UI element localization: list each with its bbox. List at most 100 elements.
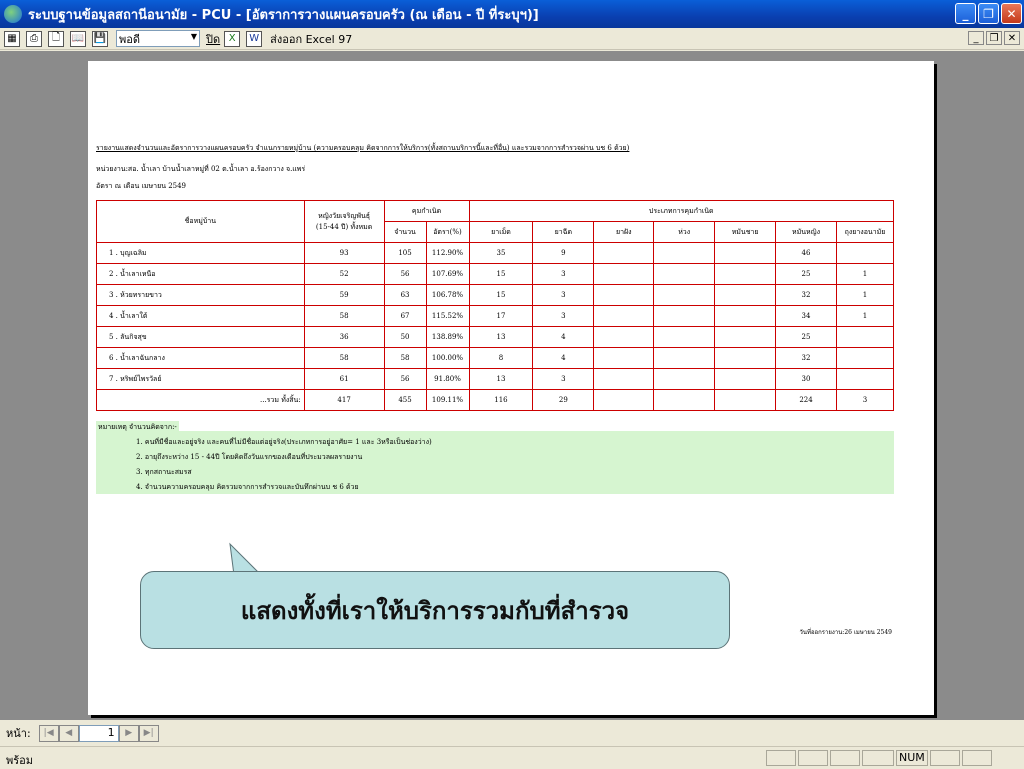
cell-rate: 115.52% (425, 305, 470, 327)
status-bar: พร้อม NUM (0, 746, 1024, 768)
cell-village: 4 . น้ำเลาใต้ (96, 305, 305, 327)
cell-method: 9 (532, 242, 595, 264)
cell-village: 7 . หริพย์ไพรวัลย์ (96, 368, 305, 390)
status-cell (766, 750, 796, 766)
cell-method (714, 326, 777, 348)
cell-method (835, 368, 895, 390)
cell-village: ...รวม ทั้งสิ้น: (96, 389, 305, 411)
cell-method (714, 284, 777, 306)
cell-method (593, 326, 655, 348)
cell-method (653, 242, 716, 264)
first-page-button[interactable]: |◀ (38, 724, 59, 742)
status-cell (798, 750, 828, 766)
cell-method (714, 305, 777, 327)
report-title: รายงานแสดงจำนวนและอัตราการวางแผนครอบครัว… (96, 144, 630, 152)
cell-method: 34 (775, 305, 837, 327)
note-line: 1. คนที่มีชื่อและอยู่จริง และคนที่ไม่มีช… (136, 438, 432, 446)
cell-method (714, 368, 777, 390)
cell-method: 4 (532, 347, 595, 369)
cell-method: 8 (468, 347, 534, 369)
cell-method (653, 389, 716, 411)
close-preview-button[interactable]: ปิด (206, 30, 220, 48)
cell-method (653, 347, 716, 369)
cell-rate: 100.00% (425, 347, 470, 369)
report-signature-date: วันที่ออกรายงาน:26 เมษายน 2549 (799, 629, 892, 636)
cell-method (653, 284, 716, 306)
excel-export-icon[interactable]: X (224, 30, 241, 47)
note-line: 2. อายุถึงระหว่าง 15 - 44ปี โดยคิดถึงวัน… (136, 453, 363, 461)
cell-method (593, 389, 655, 411)
cell-count: 56 (383, 368, 427, 390)
page-number-input[interactable]: 1 (78, 724, 119, 742)
cell-method (714, 263, 777, 285)
cell-method: 3 (532, 305, 595, 327)
export-excel-button[interactable]: ส่งออก Excel 97 (270, 30, 352, 48)
doc-restore-button[interactable]: ❐ (986, 31, 1002, 45)
cell-women: 58 (303, 347, 385, 369)
col-method-tubal: หมันหญิง (775, 221, 837, 243)
cell-method: 3 (532, 284, 595, 306)
cell-method (835, 242, 895, 264)
prev-page-button[interactable]: ◀ (58, 724, 79, 742)
cell-rate: 138.89% (425, 326, 470, 348)
window-title: ระบบฐานข้อมูลสถานีอนามัย - PCU - [อัตราก… (28, 7, 539, 23)
cell-count: 56 (383, 263, 427, 285)
app-globe-icon (4, 5, 22, 23)
cell-method: 15 (468, 284, 534, 306)
cell-village: 6 . น้ำเลาฉันกลาง (96, 347, 305, 369)
report-unit: หน่วยงาน:สอ. น้ำเลา บ้านน้ำเลาหมู่ที่ 02… (96, 165, 306, 173)
cell-method (593, 305, 655, 327)
next-page-button[interactable]: ▶ (118, 724, 139, 742)
cell-method (593, 263, 655, 285)
word-export-icon[interactable]: W (246, 30, 263, 47)
save-icon[interactable]: 💾 (92, 30, 108, 47)
cell-method (593, 284, 655, 306)
zoom-value: พอดี (119, 32, 141, 46)
col-method-iud: ห่วง (653, 221, 716, 243)
cell-method (593, 368, 655, 390)
cell-women: 61 (303, 368, 385, 390)
layout-icon[interactable]: ▦ (4, 30, 20, 47)
status-cell (930, 750, 960, 766)
print-icon[interactable]: ⎙ (26, 30, 42, 47)
cell-count: 67 (383, 305, 427, 327)
col-village: ชื่อหมู่บ้าน (96, 200, 305, 243)
cell-method (653, 326, 716, 348)
restore-button[interactable]: ❐ (978, 3, 999, 24)
cell-women: 93 (303, 242, 385, 264)
page-setup-icon[interactable]: 🗋 (48, 30, 64, 47)
last-page-button[interactable]: ▶| (138, 724, 159, 742)
cell-women: 52 (303, 263, 385, 285)
callout-text: แสดงทั้งที่เราให้บริการรวมกับที่สำรวจ (240, 595, 630, 625)
cell-method: 13 (468, 368, 534, 390)
cell-rate: 112.90% (425, 242, 470, 264)
col-method-pill: ยาเม็ด (468, 221, 534, 243)
table-row: 6 . น้ำเลาฉันกลาง 58 58 100.00% 8 4 32 (96, 347, 895, 369)
cell-method: 1 (835, 263, 895, 285)
col-women-sub: (15-44 ปี) ทั้งหมด (315, 222, 373, 231)
doc-minimize-button[interactable]: _ (968, 31, 984, 45)
col-method-condom: ถุงยางอนามัย (835, 221, 895, 243)
preview-workspace: รายงานแสดงจำนวนและอัตราการวางแผนครอบครัว… (0, 51, 1024, 720)
zoom-select[interactable]: พอดี ▼ (116, 30, 200, 47)
cell-village: 5 . ลันกิจสุข (96, 326, 305, 348)
status-cell (862, 750, 894, 766)
cell-method: 29 (532, 389, 595, 411)
minimize-button[interactable]: _ (955, 3, 976, 24)
chevron-down-icon: ▼ (190, 32, 197, 41)
cell-method: 25 (775, 263, 837, 285)
close-button[interactable]: ✕ (1001, 3, 1022, 24)
cell-village: 2 . น้ำเลาเหนือ (96, 263, 305, 285)
cell-method: 15 (468, 263, 534, 285)
print-preview-toolbar: ▦ ⎙ 🗋 📖 💾 พอดี ▼ ปิด X W ส่งออก Excel 97… (0, 28, 1024, 50)
table-row: 2 . น้ำเลาเหนือ 52 56 107.69% 15 3 25 1 (96, 263, 895, 285)
book-icon[interactable]: 📖 (70, 30, 86, 47)
cell-method (835, 347, 895, 369)
cell-women: 36 (303, 326, 385, 348)
cell-rate: 91.80% (425, 368, 470, 390)
col-women: หญิงวัยเจริญพันธุ์ (15-44 ปี) ทั้งหมด (303, 200, 385, 243)
col-count: จำนวน (383, 221, 427, 243)
cell-women: 58 (303, 305, 385, 327)
doc-close-button[interactable]: ✕ (1004, 31, 1020, 45)
cell-method: 25 (775, 326, 837, 348)
